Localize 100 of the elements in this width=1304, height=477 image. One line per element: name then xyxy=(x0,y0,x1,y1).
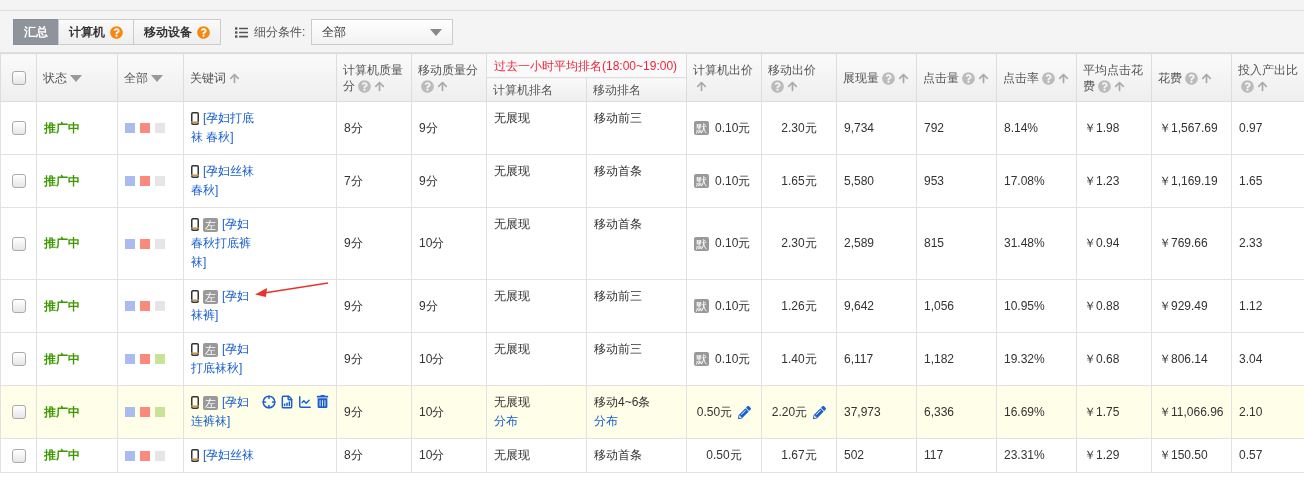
bid-text: 0.50元 xyxy=(696,403,733,421)
keyword-link[interactable]: [孕妇 xyxy=(222,393,250,412)
sort-arrow-icon[interactable] xyxy=(1257,80,1268,92)
sort-arrow-icon[interactable] xyxy=(898,72,909,84)
report-icon[interactable] xyxy=(280,395,294,409)
clicks-value: 6,336 xyxy=(924,404,955,419)
bid-text: 1.67元 xyxy=(781,447,817,464)
cpc-value: ￥1.75 xyxy=(1084,404,1120,419)
column-header: 计算机质量 xyxy=(343,61,404,78)
help-icon[interactable] xyxy=(421,79,434,93)
row-checkbox[interactable] xyxy=(11,121,26,136)
device-tab[interactable]: 计算机 xyxy=(58,19,134,45)
sort-arrow-icon[interactable] xyxy=(1114,80,1125,92)
column-header: 分 xyxy=(343,78,355,93)
keyword-link[interactable]: [孕妇 xyxy=(222,340,250,359)
help-icon[interactable] xyxy=(197,25,210,39)
device-tab[interactable]: 移动设备 xyxy=(133,19,221,45)
sort-arrow-icon[interactable] xyxy=(1058,72,1069,84)
row-checkbox[interactable] xyxy=(11,405,26,420)
help-icon[interactable] xyxy=(1042,71,1055,85)
clicks-value: 1,056 xyxy=(924,298,955,313)
ctr-value: 17.08% xyxy=(1004,173,1045,188)
ctr-value: 8.14% xyxy=(1004,120,1039,135)
select-all-checkbox[interactable] xyxy=(11,71,26,86)
help-icon[interactable] xyxy=(962,71,975,85)
rank-text: 移动前三 xyxy=(594,111,642,125)
keyword-link[interactable]: 春秋] xyxy=(191,181,269,200)
trash-icon[interactable] xyxy=(316,395,329,408)
help-icon[interactable] xyxy=(1098,79,1111,93)
default-badge: 默 xyxy=(694,174,709,188)
cpc-value: ￥1.29 xyxy=(1084,448,1120,462)
sort-arrow-icon[interactable] xyxy=(696,80,707,92)
rank-text: 无展现 xyxy=(494,289,530,303)
quality-score: 10分 xyxy=(419,351,445,366)
column-header: 状态 xyxy=(43,70,67,85)
roi-value: 0.57 xyxy=(1239,448,1263,462)
clicks-value: 117 xyxy=(924,448,944,462)
quality-score: 10分 xyxy=(419,236,445,250)
row-checkbox[interactable] xyxy=(11,236,26,251)
help-icon[interactable] xyxy=(110,25,123,39)
phone-icon xyxy=(191,218,199,231)
cpc-value: ￥1.98 xyxy=(1084,120,1120,135)
filter-dropdown[interactable]: 全部 xyxy=(311,19,454,45)
help-icon[interactable] xyxy=(358,79,371,93)
sort-arrow-icon[interactable] xyxy=(437,80,448,92)
sort-arrow-icon[interactable] xyxy=(1201,72,1212,84)
sort-arrow-icon[interactable] xyxy=(229,72,240,84)
distribution-link[interactable]: 分布 xyxy=(594,414,618,428)
default-badge: 默 xyxy=(694,299,709,313)
dropdown-caret-icon[interactable] xyxy=(70,74,82,82)
caret-icon xyxy=(430,28,443,36)
row-checkbox[interactable] xyxy=(11,299,26,314)
dropdown-caret-icon[interactable] xyxy=(151,74,163,82)
keyword-link[interactable]: 袜 春秋] xyxy=(191,128,269,147)
keyword-link[interactable]: 袜] xyxy=(191,253,269,272)
phone-icon xyxy=(191,449,199,462)
rank-text: 移动4~6条 xyxy=(594,395,651,409)
sort-arrow-icon[interactable] xyxy=(374,80,385,92)
rank-text: 移动首条 xyxy=(594,164,642,178)
sort-arrow-icon[interactable] xyxy=(787,80,798,92)
column-header: 计算机排名 xyxy=(493,82,553,97)
keyword-link[interactable]: [孕妇丝袜 xyxy=(203,162,255,181)
side-badge: 左 xyxy=(203,217,218,232)
keyword-link[interactable]: 打底袜秋] xyxy=(191,359,269,378)
phone-icon xyxy=(191,290,199,303)
line-chart-icon[interactable] xyxy=(298,395,312,409)
column-header: 计算机出价 xyxy=(693,62,753,77)
row-checkbox[interactable] xyxy=(11,174,26,189)
roi-value: 1.65 xyxy=(1239,173,1263,188)
row-checkbox[interactable] xyxy=(11,352,26,367)
cost-value: ￥11,066.96 xyxy=(1159,404,1224,419)
keyword-link[interactable]: [孕妇 xyxy=(222,287,250,306)
sort-arrow-icon[interactable] xyxy=(978,72,989,84)
status-text: 推广中 xyxy=(44,298,80,313)
ctr-value: 10.95% xyxy=(1004,298,1045,313)
row-checkbox[interactable] xyxy=(11,448,26,463)
keyword-link[interactable]: [孕妇丝袜 xyxy=(203,446,255,465)
pencil-icon[interactable] xyxy=(738,405,752,419)
keyword-link[interactable]: 春秋打底裤 xyxy=(191,234,269,253)
bid-text: 0.50元 xyxy=(706,447,742,464)
bid-text: 0.10元 xyxy=(715,350,751,368)
help-icon[interactable] xyxy=(1185,71,1198,85)
ctr-value: 23.31% xyxy=(1004,448,1045,462)
help-icon[interactable] xyxy=(882,71,895,85)
keyword-link[interactable]: [孕妇 xyxy=(222,215,250,234)
quality-score: 9分 xyxy=(419,173,438,188)
help-icon[interactable] xyxy=(1241,79,1254,93)
distribution-link[interactable]: 分布 xyxy=(494,414,518,428)
column-header: 关键词 xyxy=(190,70,226,85)
quality-score: 8分 xyxy=(344,448,363,462)
quality-score: 9分 xyxy=(344,236,363,250)
column-header: 点击量 xyxy=(923,70,959,85)
keyword-link[interactable]: 袜裤] xyxy=(191,306,269,325)
help-icon[interactable] xyxy=(771,79,784,93)
bid-text: 0.10元 xyxy=(715,297,751,315)
pencil-icon[interactable] xyxy=(813,405,827,419)
crosshair-icon[interactable] xyxy=(262,395,276,409)
keyword-link[interactable]: [孕妇打底 xyxy=(203,109,255,128)
keyword-link[interactable]: 连裤袜] xyxy=(191,412,262,431)
phone-icon xyxy=(191,396,199,409)
